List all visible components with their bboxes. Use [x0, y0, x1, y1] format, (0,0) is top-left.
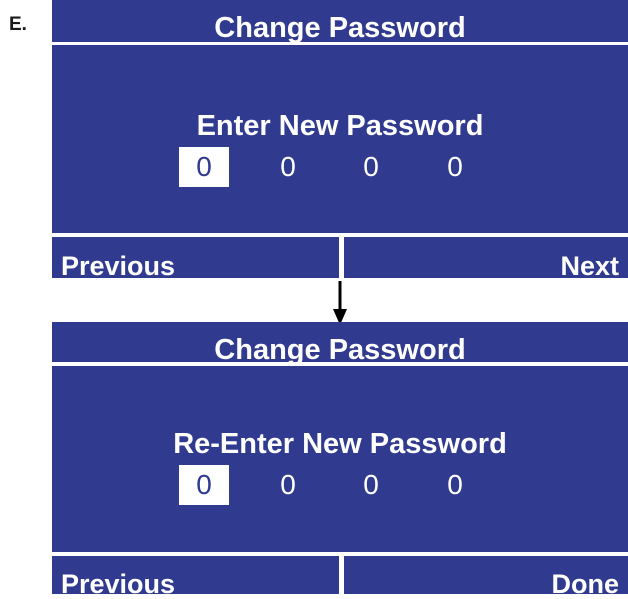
figure-label: E. [9, 14, 27, 35]
password-digit-4[interactable]: 0 [430, 465, 480, 505]
password-digit-1[interactable]: 0 [179, 147, 229, 187]
reenter-password-screen: Change Password Re-Enter New Password 0 … [52, 322, 628, 598]
main-panel: Enter New Password 0 0 0 0 [52, 45, 628, 233]
previous-button-label: Previous [61, 251, 176, 281]
title-bar: Change Password [52, 0, 628, 44]
password-digit-2[interactable]: 0 [263, 465, 313, 505]
password-digit-3[interactable]: 0 [346, 465, 396, 505]
previous-button[interactable]: Previous [52, 237, 339, 281]
done-button[interactable]: Done [344, 556, 628, 598]
enter-password-screen: Change Password Enter New Password 0 0 0… [52, 0, 628, 281]
password-digit-4[interactable]: 0 [430, 147, 480, 187]
main-panel: Re-Enter New Password 0 0 0 0 [52, 366, 628, 552]
down-arrow-icon [333, 281, 347, 325]
next-button[interactable]: Next [344, 237, 628, 281]
screen-title: Change Password [214, 334, 466, 366]
password-prompt: Enter New Password [196, 110, 484, 142]
screen-title: Change Password [214, 12, 466, 44]
previous-button[interactable]: Previous [52, 556, 339, 598]
password-prompt: Re-Enter New Password [173, 428, 507, 460]
title-bar: Change Password [52, 322, 628, 366]
password-digit-3[interactable]: 0 [346, 147, 396, 187]
next-button-label: Next [560, 251, 619, 281]
password-digit-1[interactable]: 0 [179, 465, 229, 505]
password-digit-2[interactable]: 0 [263, 147, 313, 187]
